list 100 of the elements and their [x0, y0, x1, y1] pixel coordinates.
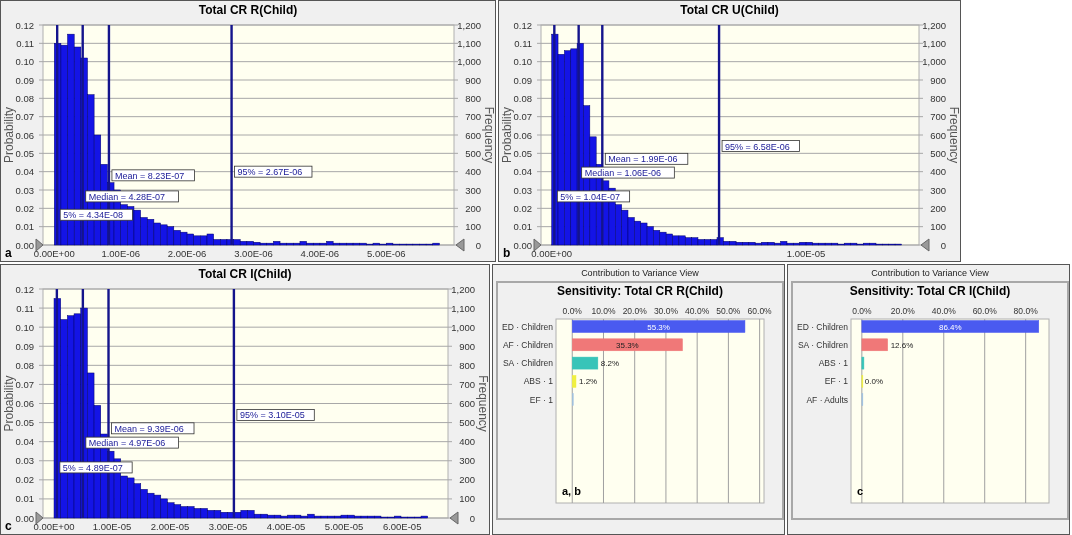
- axis-tick-label: 0.07: [513, 111, 532, 123]
- category-label: ABS · 1: [523, 376, 553, 387]
- axis-tick-label: 0.00E+00: [33, 248, 75, 259]
- category-label: ED · Children: [501, 321, 553, 332]
- axis-tick-label: 300: [465, 184, 481, 196]
- marker-label: 5% = 4.34E-08: [59, 208, 133, 221]
- annotation: 5% = 4.34E-08: [63, 210, 123, 221]
- annotation: 95% = 3.10E-05: [239, 410, 305, 421]
- value-label: 0.0%: [864, 377, 884, 387]
- annotation: Mean = 1.99E-06: [608, 154, 678, 165]
- axis-tick-label: 5.00E-06: [367, 248, 406, 259]
- category-label: ED · Children: [796, 321, 848, 332]
- axis-tick-label: 20.0%: [622, 306, 647, 316]
- panel-label: c: [5, 519, 12, 533]
- axis-tick-label: 20.0%: [890, 306, 915, 316]
- axis-tick-label: 2.00E-05: [150, 521, 190, 532]
- chart-title: Sensitivity: Total CR R(Child): [557, 283, 723, 299]
- axis-tick-label: 900: [465, 74, 481, 86]
- axis-tick-label: 0.00: [15, 512, 34, 524]
- annotation: 5% = 1.04E-07: [560, 191, 621, 202]
- axis-tick-label: 10.0%: [591, 306, 616, 316]
- axis-tick-label: 1,100: [457, 37, 481, 49]
- axis-tick-label: 400: [930, 166, 946, 178]
- axis-tick-label: 0.03: [15, 455, 34, 467]
- marker-label: Median = 4.97E-06: [85, 436, 179, 449]
- axis-tick-label: 1,200: [922, 19, 946, 31]
- category-label: AF · Adults: [806, 394, 848, 405]
- axis-tick-label: 0.00E+00: [531, 248, 573, 259]
- axis-tick-label: 0.11: [514, 37, 532, 49]
- axis-tick-label: 0.02: [15, 202, 34, 214]
- marker-label: 95% = 6.58E-06: [721, 140, 800, 152]
- axis-tick-label: 700: [930, 111, 946, 123]
- axis-tick-label: 0.01: [15, 221, 34, 233]
- axis-tick-label: 1.00E-05: [92, 521, 132, 532]
- axis-tick-label: 0: [469, 512, 475, 524]
- axis-tick-label: 1,000: [922, 56, 946, 68]
- axis-tick-label: 300: [930, 184, 946, 196]
- axis-tick-label: 900: [459, 340, 475, 352]
- panel-label: c: [857, 485, 864, 497]
- axis-tick-label: 4.00E-05: [266, 521, 306, 532]
- chart-title: Total CR U(Child): [680, 2, 779, 19]
- axis-tick-label: 0.06: [15, 398, 34, 409]
- annotation: Mean = 9.39E-06: [114, 423, 184, 434]
- category-label: EF · 1: [529, 394, 553, 405]
- window-title: Contribution to Variance View: [581, 267, 699, 280]
- marker-label: 5% = 4.89E-07: [59, 461, 133, 474]
- value-label: 35.3%: [616, 340, 639, 350]
- axis-tick-label: 2.00E-06: [167, 248, 207, 259]
- axis-tick-label: 1,000: [451, 321, 475, 333]
- axis-tick-label: 6.00E-05: [382, 521, 422, 532]
- axis-tick-label: 60.0%: [972, 306, 997, 316]
- axis-tick-label: 0.02: [15, 474, 34, 486]
- axis-tick-label: 0.11: [16, 37, 34, 49]
- axis-tick-label: 500: [465, 147, 481, 159]
- axis-tick-label: 800: [930, 92, 946, 104]
- axis-tick-label: 0.00: [15, 239, 34, 251]
- annotation: 5% = 4.89E-07: [62, 462, 123, 473]
- axis-title: Frequency: [947, 106, 960, 164]
- axis-title: Probability: [500, 107, 514, 163]
- annotation: 95% = 6.58E-06: [725, 141, 790, 152]
- axis-tick-label: 0.00: [513, 239, 532, 251]
- axis-tick-label: 900: [930, 74, 946, 86]
- marker-label: Median = 1.06E-06: [581, 166, 675, 179]
- category-label: AF · Children: [502, 339, 553, 350]
- axis-tick-label: 0.10: [15, 56, 34, 68]
- axis-tick-label: 60.0%: [747, 306, 772, 316]
- axis-tick-label: 800: [459, 359, 475, 371]
- axis-tick-label: 0.08: [15, 359, 34, 371]
- axis-tick-label: 50.0%: [716, 306, 741, 316]
- axis-tick-label: 100: [459, 493, 475, 505]
- axis-tick-label: 0.05: [15, 147, 34, 159]
- axis-tick-label: 1,200: [457, 19, 481, 31]
- value-label: 86.4%: [938, 322, 962, 332]
- axis-tick-label: 0: [475, 239, 481, 251]
- axis-tick-label: 700: [465, 111, 481, 123]
- axis-tick-label: 0.08: [15, 92, 34, 104]
- axis-tick-label: 40.0%: [931, 306, 956, 316]
- marker-label: 95% = 2.67E-06: [234, 165, 313, 178]
- axis-tick-label: 0.05: [513, 147, 532, 159]
- marker-label: Median = 4.28E-07: [85, 190, 179, 203]
- axis-tick-label: 1,100: [451, 302, 475, 314]
- category-label: ABS · 1: [818, 358, 848, 369]
- axis-tick-label: 1,100: [922, 37, 946, 49]
- axis-title: Frequency: [476, 375, 489, 432]
- axis-tick-label: 500: [459, 417, 475, 429]
- axis-tick-label: 0.0%: [562, 306, 582, 316]
- axis-tick-label: 0.06: [513, 129, 532, 141]
- panel-label: a, b: [562, 485, 581, 497]
- axis-tick-label: 600: [465, 129, 481, 141]
- axis-tick-label: 0.04: [15, 166, 34, 178]
- axis-tick-label: 3.00E-06: [234, 248, 273, 259]
- value-label: 12.6%: [890, 340, 914, 350]
- axis-tick-label: 0.01: [15, 493, 34, 505]
- axis-tick-label: 0: [940, 239, 946, 251]
- axis-tick-label: 0.06: [15, 129, 34, 141]
- panel-label: a: [5, 246, 12, 260]
- axis-tick-label: 0.01: [513, 221, 532, 233]
- annotation: Median = 4.28E-07: [88, 191, 166, 202]
- axis-tick-label: 0.09: [513, 74, 532, 86]
- axis-tick-label: 0.08: [513, 92, 532, 104]
